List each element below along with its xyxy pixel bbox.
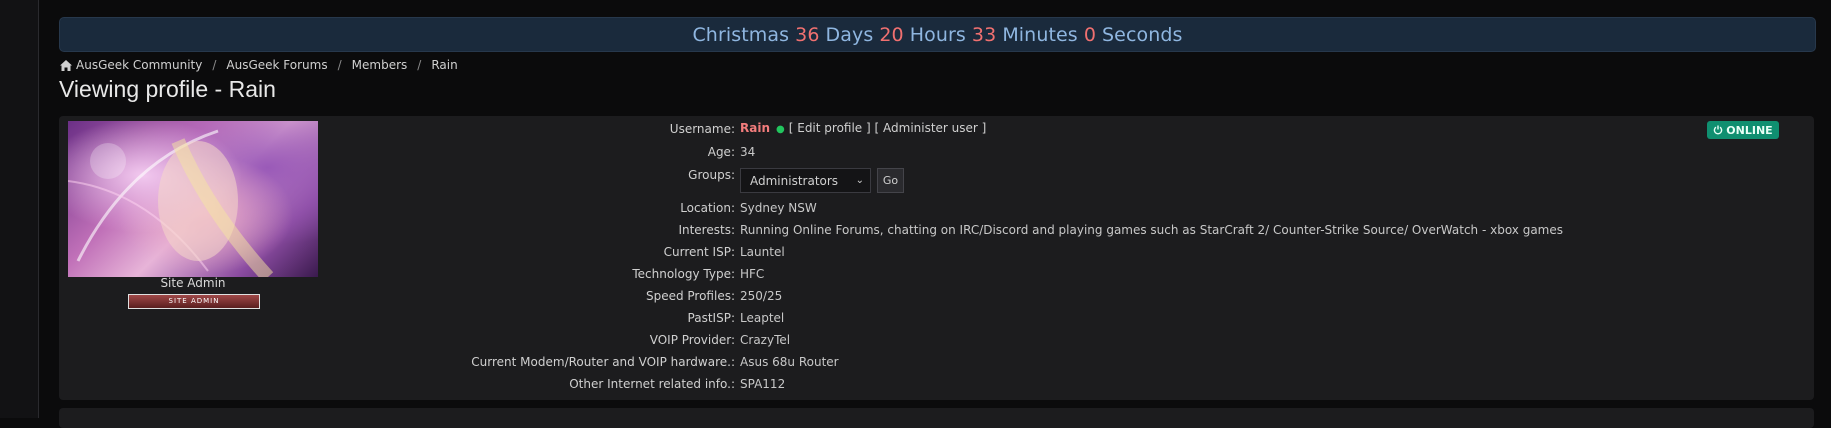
voip-provider-value: CrazyTel	[740, 333, 791, 347]
online-badge: ONLINE	[1707, 121, 1779, 139]
countdown-hours: 20	[879, 23, 904, 46]
countdown-minutes-label: Minutes	[1002, 23, 1078, 46]
age-label: Age:	[707, 145, 735, 159]
countdown-minutes: 33	[971, 23, 997, 46]
breadcrumb-members[interactable]: Members	[352, 58, 408, 72]
username[interactable]: Rain	[740, 121, 770, 135]
breadcrumb-community[interactable]: AusGeek Community	[76, 58, 202, 72]
interests-label: Interests:	[678, 223, 735, 237]
breadcrumb-forums[interactable]: AusGeek Forums	[226, 58, 327, 72]
technology-type-label: Technology Type:	[632, 267, 735, 281]
countdown-hours-label: Hours	[909, 23, 966, 46]
username-label: Username:	[669, 122, 735, 136]
past-isp-label: PastISP:	[687, 311, 735, 325]
speed-profiles-value: 250/25	[740, 289, 783, 303]
age-value: 34	[740, 145, 756, 159]
home-icon	[60, 59, 72, 71]
past-isp-value: Leaptel	[740, 311, 785, 325]
voip-provider-label: VOIP Provider:	[649, 333, 735, 347]
current-isp-label: Current ISP:	[663, 245, 735, 259]
profile-panel: Site Admin SITE ADMIN ONLINE Username: R…	[59, 116, 1814, 400]
page-title: Viewing profile - Rain	[59, 76, 276, 102]
countdown-seconds: 0	[1083, 23, 1097, 46]
left-rail	[0, 0, 39, 418]
online-dot-icon: ●	[776, 124, 785, 135]
other-info-label: Other Internet related info.:	[569, 377, 735, 391]
modem-router-label: Current Modem/Router and VOIP hardware.:	[471, 355, 735, 369]
breadcrumb-separator: /	[337, 58, 342, 72]
countdown-event: Christmas	[692, 23, 790, 46]
location-value: Sydney NSW	[740, 201, 817, 215]
chevron-down-icon: ⌄	[855, 175, 864, 186]
speed-profiles-label: Speed Profiles:	[645, 289, 735, 303]
groups-select[interactable]: Administrators ⌄	[740, 168, 871, 193]
username-value: Rain ● [ Edit profile ] [ Administer user …	[740, 121, 986, 135]
administer-user-link[interactable]: [ Administer user ]	[875, 121, 987, 135]
edit-profile-link[interactable]: [ Edit profile ]	[789, 121, 871, 135]
interests-value: Running Online Forums, chatting on IRC/D…	[740, 223, 1564, 237]
other-info-value: SPA112	[740, 377, 786, 391]
current-isp-value: Launtel	[740, 245, 785, 259]
breadcrumb-rain[interactable]: Rain	[431, 58, 457, 72]
countdown-banner: Christmas 36 Days 20 Hours 33 Minutes 0 …	[59, 17, 1816, 52]
technology-type-value: HFC	[740, 267, 765, 281]
breadcrumb-separator: /	[212, 58, 217, 72]
modem-router-value: Asus 68u Router	[740, 355, 839, 369]
go-button[interactable]: Go	[877, 168, 904, 193]
groups-selected: Administrators	[750, 174, 839, 188]
breadcrumb: AusGeek Community / AusGeek Forums / Mem…	[60, 57, 458, 73]
groups-label: Groups:	[688, 168, 735, 182]
location-label: Location:	[680, 201, 735, 215]
power-icon	[1714, 125, 1723, 135]
countdown-seconds-label: Seconds	[1102, 23, 1183, 46]
next-panel	[59, 408, 1814, 428]
breadcrumb-separator: /	[417, 58, 422, 72]
online-label: ONLINE	[1726, 123, 1773, 137]
countdown-days-label: Days	[825, 23, 874, 46]
countdown-days: 36	[795, 23, 820, 46]
